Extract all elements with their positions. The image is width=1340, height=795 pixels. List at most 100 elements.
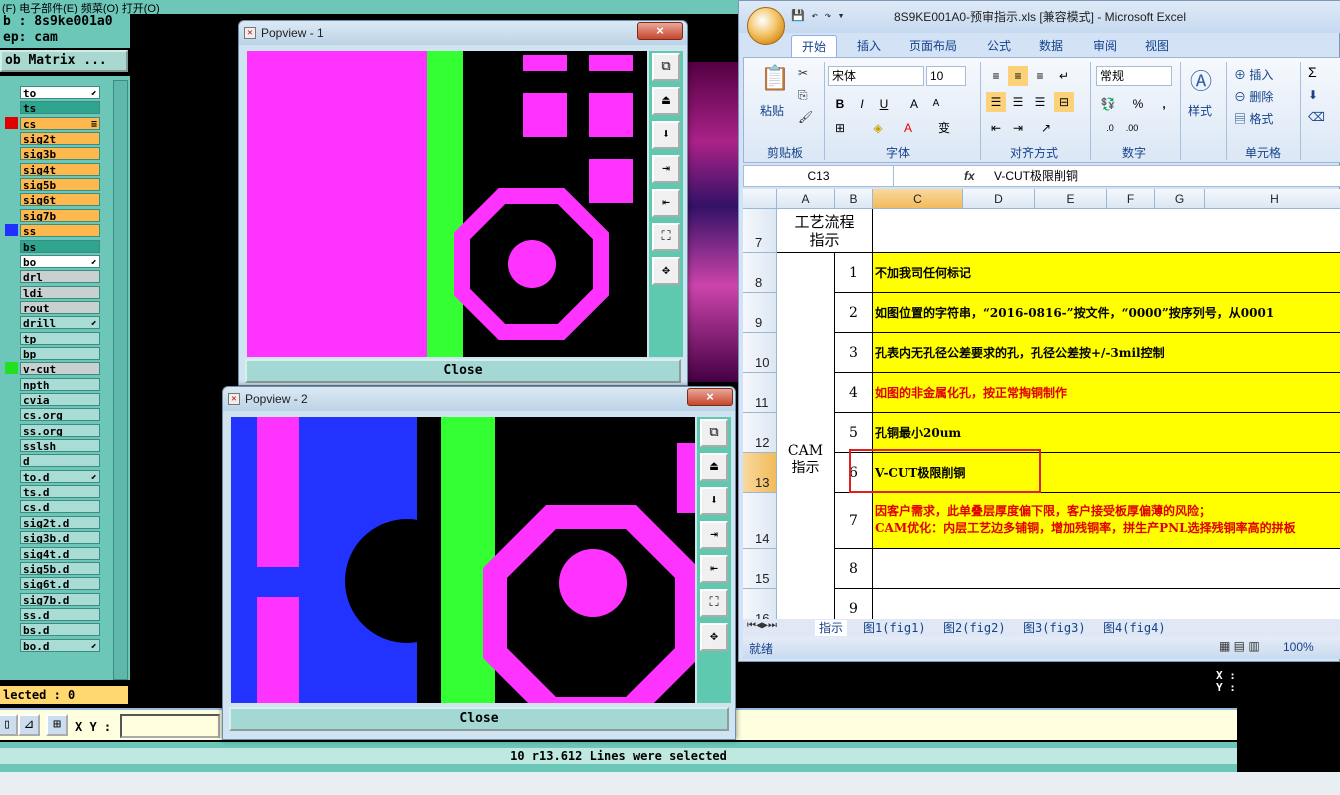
layer-item-ss-d[interactable]: ss.d bbox=[20, 607, 100, 621]
autosum-button[interactable]: Σ bbox=[1308, 64, 1317, 80]
export-icon[interactable]: ⇤ bbox=[700, 555, 728, 583]
layer-item-sig4t[interactable]: sig4t bbox=[20, 162, 100, 176]
job-matrix-button[interactable]: ob Matrix ... bbox=[0, 50, 128, 72]
layer-item-v-cut[interactable]: v-cut bbox=[20, 362, 100, 376]
layer-item-to[interactable]: to ⬋ bbox=[20, 86, 100, 99]
font-size-select[interactable]: 10 bbox=[926, 66, 966, 86]
popview-2-close-button[interactable]: Close bbox=[229, 707, 729, 731]
layer-item-sig5b[interactable]: sig5b bbox=[20, 178, 100, 192]
delete-cells-button[interactable]: ⊖ 删除 bbox=[1234, 88, 1273, 105]
layer-item-bo[interactable]: bo ⬋ bbox=[20, 254, 100, 268]
border-icon[interactable]: ⊞ bbox=[830, 118, 850, 138]
sheet-nav-icons[interactable]: ⏮◀▶⏭ bbox=[747, 620, 777, 631]
decrease-decimal-icon[interactable]: .00 bbox=[1122, 118, 1142, 138]
layer-item-sig6t[interactable]: sig6t bbox=[20, 193, 100, 207]
layer-item-sig6t-d[interactable]: sig6t.d bbox=[20, 577, 100, 591]
instruction-cell[interactable] bbox=[873, 549, 1340, 589]
upload-icon[interactable]: ⏏ bbox=[652, 87, 680, 115]
layer-item-sig7b[interactable]: sig7b bbox=[20, 208, 100, 222]
popview-2-canvas[interactable] bbox=[231, 417, 695, 703]
popview-1-close-button[interactable]: Close bbox=[245, 359, 681, 383]
formula-input[interactable]: V-CUT极限削铜 bbox=[994, 166, 1334, 186]
ribbon-tab[interactable]: 视图 bbox=[1135, 35, 1179, 57]
tool-button[interactable]: ▯ bbox=[0, 714, 18, 736]
copy-icon[interactable]: ⧉ bbox=[700, 419, 728, 447]
ribbon-tab[interactable]: 插入 bbox=[847, 35, 891, 57]
step-number-cell[interactable]: 3 bbox=[835, 333, 873, 373]
row-header[interactable]: 9 bbox=[743, 293, 777, 333]
layer-item-cs-d[interactable]: cs.d bbox=[20, 500, 100, 514]
quick-access-toolbar[interactable]: 💾 ↶ ↷ ▾ bbox=[791, 9, 911, 27]
italic-icon[interactable]: I bbox=[852, 94, 872, 114]
row-header[interactable]: 7 bbox=[743, 209, 777, 253]
merge-center-icon[interactable]: ⊟ bbox=[1054, 92, 1074, 112]
paste-button[interactable]: 粘贴 bbox=[760, 102, 784, 119]
align-right-icon[interactable]: ☰ bbox=[1030, 92, 1050, 112]
popview-1-canvas[interactable] bbox=[247, 51, 647, 357]
pcb-graphic-view[interactable] bbox=[688, 62, 738, 382]
bold-icon[interactable]: B bbox=[830, 94, 850, 114]
instruction-cell[interactable] bbox=[873, 589, 1340, 619]
format-cells-button[interactable]: ▤ 格式 bbox=[1234, 110, 1273, 127]
step-number-cell[interactable]: 5 bbox=[835, 413, 873, 453]
column-header[interactable]: A bbox=[777, 189, 835, 209]
column-header[interactable]: F bbox=[1107, 189, 1155, 209]
layer-item-bp[interactable]: bp bbox=[20, 346, 100, 360]
column-header[interactable]: B bbox=[835, 189, 873, 209]
sheet-tab[interactable]: 图1(fig1) bbox=[859, 620, 930, 636]
zoom-fit-icon[interactable]: ⛶ bbox=[652, 223, 680, 251]
layer-item-sig3b[interactable]: sig3b bbox=[20, 147, 100, 161]
layer-item-ss-org[interactable]: ss.org bbox=[20, 423, 100, 437]
column-header[interactable]: E bbox=[1035, 189, 1107, 209]
layer-item-sig7b-d[interactable]: sig7b.d bbox=[20, 592, 100, 606]
font-color-icon[interactable]: A bbox=[898, 118, 918, 138]
shrink-font-icon[interactable]: A bbox=[926, 94, 946, 114]
ribbon-tab[interactable]: 数据 bbox=[1029, 35, 1073, 57]
layer-item-rout[interactable]: rout bbox=[20, 300, 100, 314]
process-header-cell[interactable]: 工艺流程 指示 bbox=[777, 209, 873, 253]
step-number-cell[interactable]: 9 bbox=[835, 589, 873, 619]
pan-icon[interactable]: ✥ bbox=[700, 623, 728, 651]
step-number-cell[interactable]: 7 bbox=[835, 493, 873, 549]
sheet-tab[interactable]: 图3(fig3) bbox=[1019, 620, 1090, 636]
instruction-cell[interactable]: 不加我司任何标记 bbox=[873, 253, 1340, 293]
row-header[interactable]: 15 bbox=[743, 549, 777, 589]
ribbon-tab[interactable]: 公式 bbox=[977, 35, 1021, 57]
layer-item-ts[interactable]: ts bbox=[20, 101, 100, 115]
layer-item-ldi[interactable]: ldi bbox=[20, 285, 100, 299]
font-name-select[interactable]: 宋体 bbox=[828, 66, 924, 86]
layer-item-sig3b-d[interactable]: sig3b.d bbox=[20, 531, 100, 545]
layer-item-to-d[interactable]: to.d ⬋ bbox=[20, 469, 100, 483]
cam-instruction-cell[interactable]: CAM 指示 bbox=[777, 253, 835, 619]
layer-item-sslsh[interactable]: sslsh bbox=[20, 439, 100, 453]
view-buttons-icon[interactable]: ▦ ▤ ▥ bbox=[1219, 639, 1260, 653]
layer-item-drill[interactable]: drill ⬋ bbox=[20, 316, 100, 330]
step-number-cell[interactable]: 1 bbox=[835, 253, 873, 293]
align-middle-icon[interactable]: ≡ bbox=[1008, 66, 1028, 86]
grid-icon[interactable]: ⊞ bbox=[46, 714, 68, 736]
grow-font-icon[interactable]: A bbox=[904, 94, 924, 114]
upload-icon[interactable]: ⏏ bbox=[700, 453, 728, 481]
fill-color-icon[interactable]: ◈ bbox=[868, 118, 888, 138]
layer-item-drl[interactable]: drl bbox=[20, 270, 100, 284]
increase-decimal-icon[interactable]: .0 bbox=[1100, 118, 1120, 138]
layer-item-bs-d[interactable]: bs.d bbox=[20, 623, 100, 637]
measure-icon[interactable]: ⊿ bbox=[18, 714, 40, 736]
percent-button[interactable]: % bbox=[1128, 94, 1148, 114]
column-header[interactable]: C bbox=[873, 189, 963, 209]
instruction-cell[interactable]: 孔表内无孔径公差要求的孔，孔径公差按+/-3mil控制 bbox=[873, 333, 1340, 373]
align-bottom-icon[interactable]: ≡ bbox=[1030, 66, 1050, 86]
column-header[interactable]: H bbox=[1205, 189, 1340, 209]
layer-item-cs-org[interactable]: cs.org bbox=[20, 408, 100, 422]
layer-item-d[interactable]: d bbox=[20, 454, 100, 468]
styles-button[interactable]: 样式 bbox=[1188, 102, 1212, 119]
download-icon[interactable]: ⬇ bbox=[652, 121, 680, 149]
import-icon[interactable]: ⇥ bbox=[700, 521, 728, 549]
download-icon[interactable]: ⬇ bbox=[700, 487, 728, 515]
layer-item-ts-d[interactable]: ts.d bbox=[20, 485, 100, 499]
styles-icon[interactable]: Ⓐ bbox=[1190, 64, 1212, 96]
step-number-cell[interactable]: 2 bbox=[835, 293, 873, 333]
column-header[interactable]: G bbox=[1155, 189, 1205, 209]
layer-item-cs[interactable]: cs ≡ bbox=[20, 116, 100, 130]
clear-icon[interactable]: ⌫ bbox=[1308, 110, 1325, 124]
